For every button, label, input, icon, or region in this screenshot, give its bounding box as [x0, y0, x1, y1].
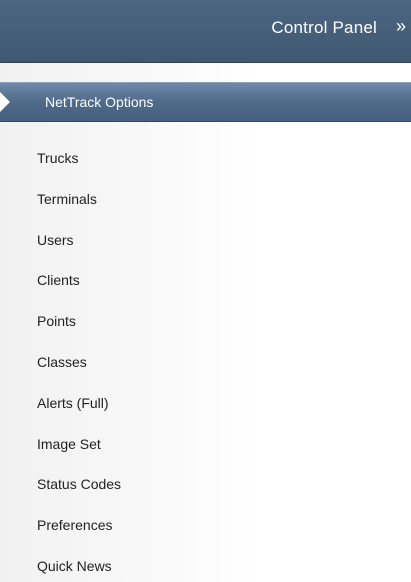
menu-item-preferences[interactable]: Preferences — [0, 505, 411, 546]
menu-item-status-codes[interactable]: Status Codes — [0, 464, 411, 505]
menu-item-terminals[interactable]: Terminals — [0, 179, 411, 220]
triangle-right-icon — [0, 92, 10, 112]
section-header-label: NetTrack Options — [45, 94, 154, 110]
menu-item-points[interactable]: Points — [0, 301, 411, 342]
control-panel: Control Panel » NetTrack Options Trucks … — [0, 0, 411, 582]
section-header-nettrack-options[interactable]: NetTrack Options — [0, 82, 411, 122]
menu-item-alerts-full[interactable]: Alerts (Full) — [0, 383, 411, 424]
menu-item-image-set[interactable]: Image Set — [0, 424, 411, 465]
menu-item-classes[interactable]: Classes — [0, 342, 411, 383]
menu-item-trucks[interactable]: Trucks — [0, 138, 411, 179]
control-panel-header: Control Panel » — [0, 0, 411, 63]
nettrack-options-menu: Trucks Terminals Users Clients Points Cl… — [0, 138, 411, 582]
menu-item-users[interactable]: Users — [0, 220, 411, 261]
menu-item-quick-news[interactable]: Quick News — [0, 546, 411, 582]
collapse-panel-icon[interactable]: » — [396, 16, 406, 37]
control-panel-title: Control Panel — [271, 18, 377, 37]
menu-item-clients[interactable]: Clients — [0, 260, 411, 301]
